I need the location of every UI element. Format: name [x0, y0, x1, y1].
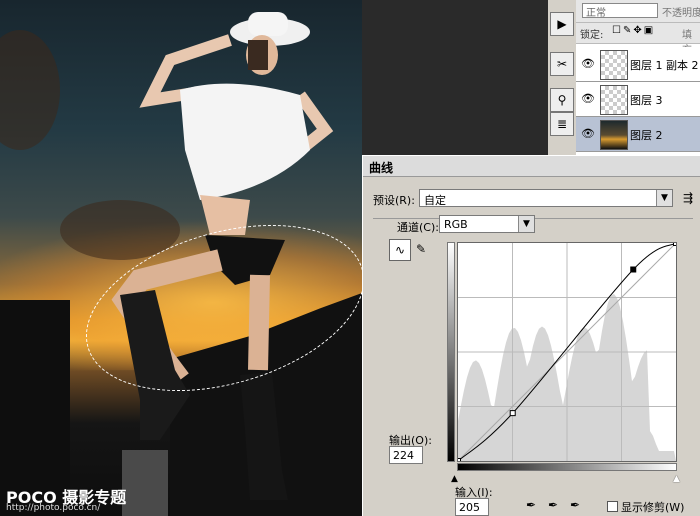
lock-label: 锁定: — [580, 30, 604, 41]
layer-thumbnail — [600, 120, 628, 150]
pencil-icon[interactable]: ✎ — [413, 240, 429, 258]
output-gradient — [447, 242, 455, 462]
layers-comp-icon[interactable]: ≣ — [550, 112, 574, 136]
layer-thumbnail — [600, 85, 628, 115]
eye-icon[interactable]: 👁 — [579, 92, 597, 106]
layer-name: 图层 2 — [630, 129, 663, 142]
panel-toolstrip: ▶ ✂ ⚲ ≣ — [548, 0, 577, 155]
eyedropper-white-icon[interactable]: ✒ — [567, 498, 583, 514]
curve-graph[interactable] — [455, 240, 679, 464]
show-clipping-label: 显示修剪(W) — [621, 501, 685, 514]
curve-plot[interactable] — [455, 240, 679, 464]
layer-thumbnail — [600, 50, 628, 80]
eye-icon[interactable]: 👁 — [579, 127, 597, 141]
preset-value: 自定 — [424, 194, 446, 207]
menu-icon[interactable]: ⇶ — [681, 191, 695, 205]
stamp-icon[interactable]: ⚲ — [550, 88, 574, 112]
opacity-label: 不透明度 — [662, 8, 700, 19]
input-field[interactable]: 205 — [455, 498, 489, 516]
lock-row: 锁定: ☐✎✥▣ 填充 — [576, 23, 700, 56]
curve-control-point[interactable] — [673, 240, 679, 246]
dialog-title: 曲线 — [369, 161, 394, 175]
curve-control-point[interactable] — [509, 410, 516, 417]
channel-value: RGB — [444, 218, 468, 231]
layer-row-active[interactable]: 👁 图层 2 — [576, 117, 700, 152]
canvas-photo[interactable]: POCO 摄影专题 http://photo.poco.cn/ — [0, 0, 362, 516]
blend-row: 正常 不透明度 — [576, 0, 700, 23]
curves-dialog: 曲线 预设(R): 自定 ▼ ⇶ 通道(C): RGB ▼ ∿ ✎ 输出(O):… — [362, 155, 700, 516]
eyedropper-gray-icon[interactable]: ✒ — [545, 498, 561, 514]
watermark-url: http://photo.poco.cn/ — [6, 503, 101, 513]
white-point-slider[interactable]: ▲ — [673, 474, 680, 484]
output-field[interactable]: 224 — [389, 446, 423, 464]
layer-row[interactable]: 👁 图层 3 — [576, 82, 700, 117]
layers-panel: 正常 不透明度 锁定: ☐✎✥▣ 填充 👁 图层 1 副本 2 👁 图层 3 👁… — [576, 0, 700, 155]
eye-icon[interactable]: 👁 — [579, 57, 597, 71]
lock-icons[interactable]: ☐✎✥▣ — [612, 25, 655, 36]
layer-name: 图层 3 — [630, 94, 663, 107]
curve-tool-icon[interactable]: ∿ — [389, 239, 411, 261]
input-gradient — [457, 463, 677, 471]
play-icon[interactable]: ▶ — [550, 12, 574, 36]
channel-label: 通道(C): — [393, 219, 443, 235]
eyedropper-black-icon[interactable]: ✒ — [523, 498, 539, 514]
dialog-titlebar[interactable]: 曲线 — [363, 156, 700, 177]
curve-control-point[interactable] — [455, 458, 461, 464]
blend-mode-select[interactable]: 正常 — [582, 3, 658, 19]
layer-row[interactable]: 👁 图层 1 副本 2 — [576, 47, 700, 82]
black-point-slider[interactable]: ▲ — [451, 474, 458, 484]
show-clipping-checkbox[interactable] — [607, 501, 618, 512]
preset-label: 预设(R): — [373, 194, 415, 207]
channel-select[interactable]: RGB ▼ — [439, 215, 535, 233]
curve-control-point[interactable] — [630, 266, 637, 273]
dropdown-arrow-icon[interactable]: ▼ — [656, 190, 672, 206]
preset-select[interactable]: 自定 ▼ — [419, 189, 673, 207]
tools-icon[interactable]: ✂ — [550, 52, 574, 76]
layer-name: 图层 1 副本 2 — [630, 59, 699, 72]
dropdown-arrow-icon[interactable]: ▼ — [518, 216, 534, 232]
